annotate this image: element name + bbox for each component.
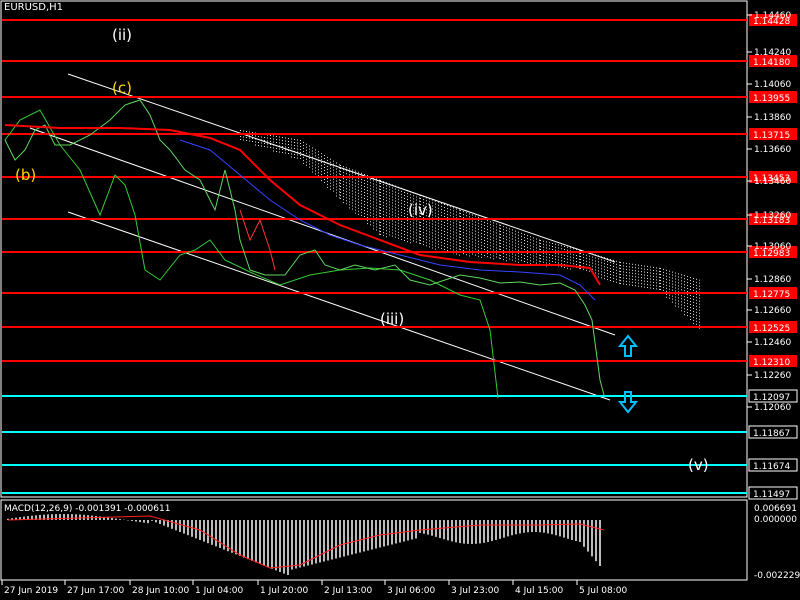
price-tick-label: 1.13260 — [754, 211, 791, 221]
time-axis: 27 Jun 2019 27 Jun 17:00 28 Jun 10:00 1 Jul… — [1, 580, 628, 596]
time-tick-label: 1 Jul 20:00 — [260, 586, 309, 596]
level-value: 1.12097 — [753, 393, 790, 403]
chart-title: EURUSD,H1 — [4, 2, 64, 13]
wave-label: (v) — [688, 456, 709, 474]
wave-label: (ii) — [112, 26, 132, 44]
moving-average-red — [4, 124, 601, 286]
ichimoku-cloud — [240, 130, 700, 329]
time-tick-label: 4 Jul 15:00 — [515, 586, 564, 596]
level-value: 1.12310 — [753, 358, 790, 368]
level-value: 1.11497 — [753, 490, 790, 500]
price-tick-label: 1.14460 — [754, 11, 791, 21]
price-tick-label: 1.12260 — [754, 371, 791, 381]
time-tick-label: 27 Jun 17:00 — [67, 586, 124, 596]
time-tick-label: 28 Jun 10:00 — [132, 586, 189, 596]
price-tick-label: 1.14240 — [754, 48, 791, 58]
wave-label: (b) — [15, 166, 36, 184]
macd-axis: 0.0066910.000000 -0.002229 — [754, 504, 800, 581]
macd-tick-label: 0.000000 — [754, 515, 797, 525]
wave-label: (iii) — [380, 310, 404, 328]
price-tick-label: 1.12060 — [754, 403, 791, 413]
level-value: 1.11674 — [753, 462, 790, 472]
price-tick-label: 1.14060 — [754, 80, 791, 90]
price-tick-label: 1.13860 — [754, 113, 791, 123]
trend-channel — [29, 73, 616, 401]
wave-labels: (ii) (c) (b) (iv) (iii) (v) — [15, 26, 709, 474]
price-tick-label: 1.12660 — [754, 306, 791, 316]
price-tick-label: 1.13060 — [754, 242, 791, 252]
wave-label: (c) — [112, 79, 132, 97]
macd-tick-label: -0.002229 — [754, 571, 800, 581]
time-tick-label: 5 Jul 08:00 — [579, 586, 628, 596]
macd-signal-line — [7, 515, 605, 569]
price-tick-label: 1.12860 — [754, 275, 791, 285]
level-value: 1.14180 — [753, 58, 790, 68]
price-series-green — [4, 109, 499, 399]
price-tick-label: 1.13460 — [754, 177, 791, 187]
time-tick-label: 2 Jul 13:00 — [324, 586, 373, 596]
time-tick-label: 1 Jul 04:00 — [195, 586, 244, 596]
price-axis: 1.14460 1.14240 1.14060 1.13860 1.13660 1.134… — [747, 11, 791, 413]
macd-histogram — [7, 514, 601, 575]
level-value: 1.13955 — [753, 94, 790, 104]
price-tick-label: 1.12460 — [754, 338, 791, 348]
time-tick-label: 27 Jun 2019 — [4, 586, 58, 596]
up-arrow-icon — [617, 334, 639, 357]
wave-label: (iv) — [408, 201, 433, 219]
level-value: 1.12525 — [753, 324, 790, 334]
level-value: 1.13715 — [753, 131, 790, 141]
time-tick-label: 3 Jul 06:00 — [387, 586, 436, 596]
price-series-candles — [4, 99, 605, 396]
price-tick-label: 1.13660 — [754, 145, 791, 155]
macd-label: MACD(12,26,9) -0.001391 -0.000611 — [4, 504, 171, 514]
level-value: 1.11867 — [753, 429, 790, 439]
level-value: 1.12775 — [753, 290, 790, 300]
time-tick-label: 3 Jul 23:00 — [451, 586, 500, 596]
macd-tick-label: 0.006691 — [754, 504, 797, 514]
